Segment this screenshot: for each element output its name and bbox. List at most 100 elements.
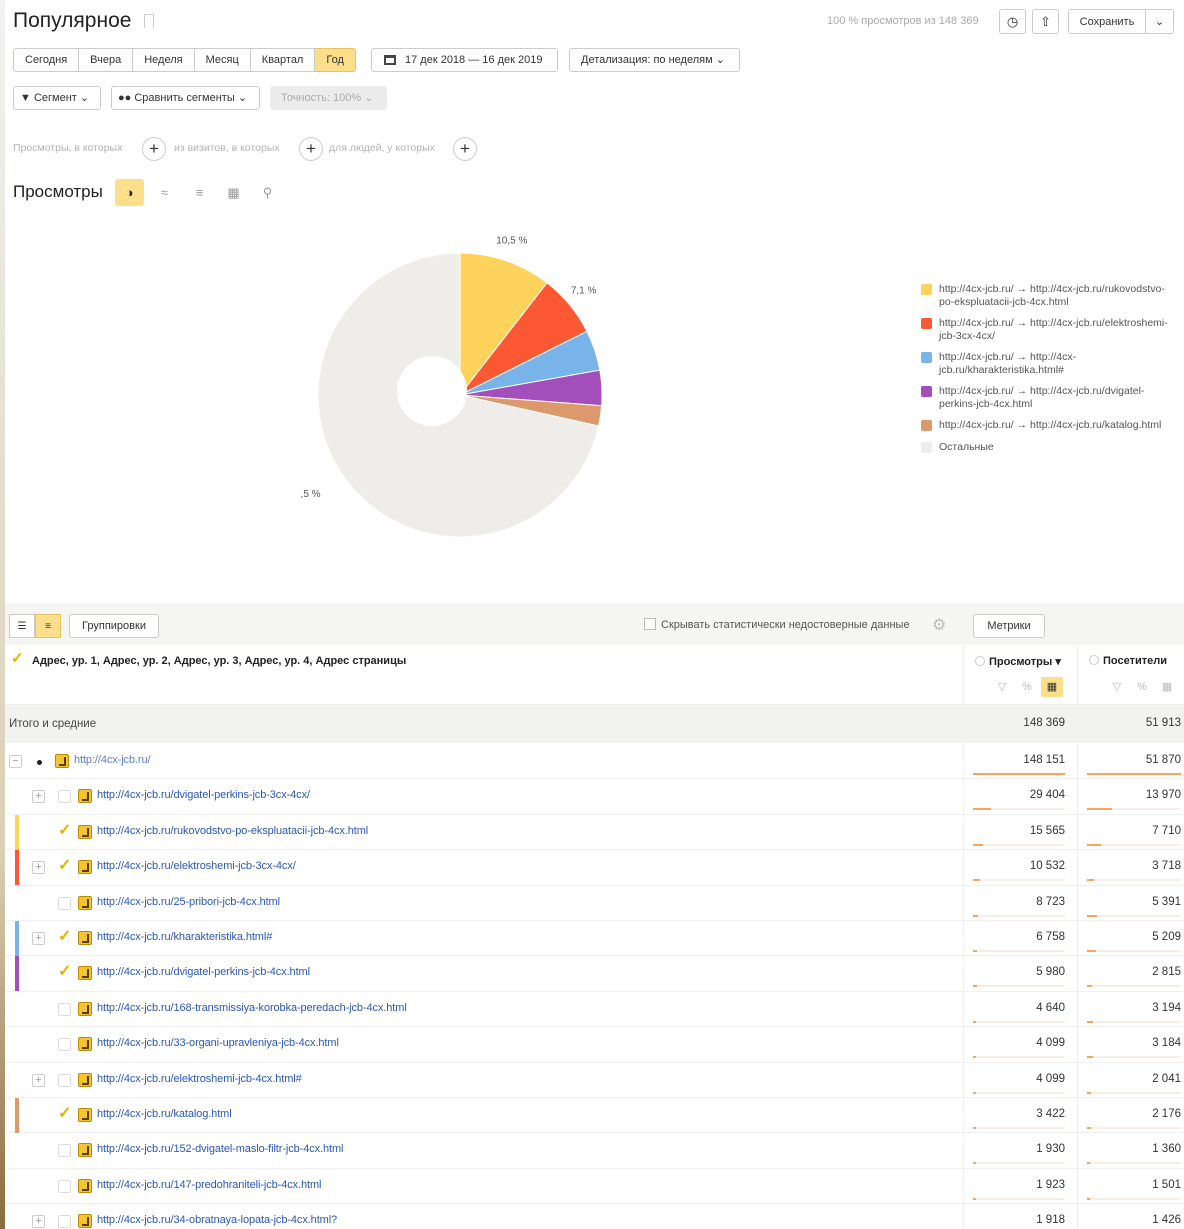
row-checkbox-checked[interactable]: ✓ [58, 926, 71, 946]
row-checkbox-checked[interactable]: ✓ [58, 820, 71, 840]
compare-segments-button[interactable]: ●● Сравнить сегменты ⌄ [111, 86, 260, 110]
table-row[interactable]: + http://4cx-jcb.ru/34-obratnaya-lopata-j… [5, 1204, 1184, 1229]
legend-item[interactable]: Остальные [921, 441, 1171, 454]
column-views[interactable]: Просмотры ▾ [975, 655, 1061, 668]
pie-chart-type-button[interactable]: ◑ [115, 179, 144, 206]
table-row[interactable]: http://4cx-jcb.ru/152-dvigatel-maslo-fil… [5, 1133, 1184, 1169]
bookmark-icon[interactable] [144, 14, 154, 28]
row-url-link[interactable]: http://4cx-jcb.ru/ [74, 754, 151, 766]
row-url-link[interactable]: http://4cx-jcb.ru/dvigatel-perkins-jcb-3… [97, 789, 310, 801]
add-people-filter-button[interactable]: + [453, 137, 477, 161]
row-checkbox[interactable] [58, 1215, 71, 1229]
row-url-link[interactable]: http://4cx-jcb.ru/elektroshemi-jcb-4cx.h… [97, 1073, 302, 1085]
expand-button[interactable]: + [32, 1215, 45, 1229]
row-checkbox-checked[interactable]: ✓ [58, 961, 71, 981]
metrika-link-icon[interactable] [78, 1143, 92, 1158]
accuracy-dropdown[interactable]: Точность: 100% ⌄ [270, 86, 387, 110]
bars-icon[interactable]: ▦ [1156, 677, 1178, 697]
row-url-link[interactable]: http://4cx-jcb.ru/elektroshemi-jcb-3cx-4… [97, 860, 296, 872]
expand-button[interactable]: + [32, 790, 45, 804]
table-row[interactable]: ✓ http://4cx-jcb.ru/katalog.html 3 422 2 17… [5, 1098, 1184, 1134]
add-visits-filter-button[interactable]: + [299, 137, 323, 161]
table-row[interactable]: ✓ http://4cx-jcb.ru/dvigatel-perkins-jcb-… [5, 956, 1184, 992]
percent-icon[interactable]: % [1016, 677, 1038, 697]
metrika-link-icon[interactable] [78, 824, 92, 839]
tab-quarter[interactable]: Квартал [250, 48, 316, 72]
collapse-button[interactable]: − [9, 755, 22, 768]
table-row[interactable]: + ✓ http://4cx-jcb.ru/kharakteristika.html… [5, 921, 1184, 957]
table-row[interactable]: ✓ http://4cx-jcb.ru/rukovodstvo-po-eksplu… [5, 814, 1184, 851]
row-url-link[interactable]: http://4cx-jcb.ru/168-transmissiya-korob… [97, 1002, 407, 1014]
metrika-link-icon[interactable] [78, 1072, 92, 1087]
row-url-link[interactable]: http://4cx-jcb.ru/dvigatel-perkins-jcb-4… [97, 966, 310, 978]
detail-dropdown[interactable]: Детализация: по неделям ⌄ [569, 48, 740, 72]
table-row[interactable]: http://4cx-jcb.ru/33-organi-upravleniya-… [5, 1027, 1184, 1063]
date-range-picker[interactable]: 17 дек 2018 — 16 дек 2019 [371, 48, 558, 72]
row-checkbox[interactable] [58, 1179, 71, 1193]
row-url-link[interactable]: http://4cx-jcb.ru/kharakteristika.html# [97, 931, 272, 943]
legend-item[interactable]: http://4cx-jcb.ru/ → http://4cx-jcb.ru/r… [921, 283, 1171, 308]
row-checkbox[interactable] [58, 790, 71, 804]
hide-unreliable-checkbox[interactable] [644, 618, 656, 630]
row-url-link[interactable]: http://4cx-jcb.ru/152-dvigatel-maslo-fil… [97, 1143, 343, 1155]
history-button[interactable]: ◷ [999, 9, 1026, 34]
row-checkbox[interactable] [58, 896, 71, 910]
table-row[interactable]: http://4cx-jcb.ru/147-predohraniteli-jcb… [5, 1169, 1184, 1205]
row-selector-dot[interactable] [37, 760, 42, 765]
table-row[interactable]: + http://4cx-jcb.ru/dvigatel-perkins-jcb-… [5, 779, 1184, 815]
tab-week[interactable]: Неделя [133, 48, 195, 72]
legend-item[interactable]: http://4cx-jcb.ru/ → http://4cx-jcb.ru/e… [921, 317, 1171, 342]
row-checkbox[interactable] [58, 1144, 71, 1158]
expand-button[interactable]: + [32, 1073, 45, 1087]
row-checkbox[interactable] [58, 1002, 71, 1016]
row-checkbox[interactable] [58, 1073, 71, 1087]
bars-icon[interactable]: ▦ [1041, 677, 1063, 697]
filter-icon[interactable]: ▽ [991, 677, 1013, 697]
row-url-link[interactable]: http://4cx-jcb.ru/rukovodstvo-po-eksplua… [97, 825, 368, 837]
bar-chart-type-button[interactable]: ▦ [219, 179, 248, 206]
tree-view-button[interactable]: ≡ [35, 614, 61, 638]
row-url-link[interactable]: http://4cx-jcb.ru/34-obratnaya-lopata-jc… [97, 1214, 337, 1226]
legend-item[interactable]: http://4cx-jcb.ru/ → http://4cx-jcb.ru/k… [921, 419, 1171, 432]
line-chart-type-button[interactable]: ≈ [150, 179, 179, 206]
table-row[interactable]: − http://4cx-jcb.ru/148 151 51 870 [5, 744, 1184, 780]
expand-button[interactable]: + [32, 861, 45, 875]
metrika-link-icon[interactable] [78, 1108, 92, 1122]
column-visitors[interactable]: Посетители [1089, 655, 1167, 667]
save-button[interactable]: Сохранить [1068, 9, 1146, 34]
table-row[interactable]: + http://4cx-jcb.ru/elektroshemi-jcb-4cx.… [5, 1063, 1184, 1098]
tab-today[interactable]: Сегодня [13, 48, 80, 72]
row-url-link[interactable]: http://4cx-jcb.ru/25-pribori-jcb-4cx.htm… [97, 896, 280, 908]
segment-button[interactable]: ▼ Сегмент ⌄ [13, 86, 101, 110]
percent-icon[interactable]: % [1131, 677, 1153, 697]
metrics-button[interactable]: Метрики [973, 614, 1045, 638]
add-views-filter-button[interactable]: + [142, 137, 166, 161]
metrika-link-icon[interactable] [78, 931, 92, 945]
hide-unreliable-toggle[interactable]: Скрывать статистически недостоверные дан… [644, 618, 910, 631]
tab-year[interactable]: Год [315, 48, 356, 72]
row-checkbox[interactable] [58, 1038, 71, 1052]
metrika-link-icon[interactable] [78, 1178, 92, 1193]
export-button[interactable]: ⇧ [1032, 9, 1059, 34]
legend-item[interactable]: http://4cx-jcb.ru/ → http://4cx-jcb.ru/d… [921, 385, 1171, 410]
table-row[interactable]: + ✓ http://4cx-jcb.ru/elektroshemi-jcb-3cx… [5, 850, 1184, 886]
tab-month[interactable]: Месяц [194, 48, 251, 72]
legend-item[interactable]: http://4cx-jcb.ru/ → http://4cx-jcb.ru/k… [921, 351, 1171, 376]
gear-icon[interactable]: ⚙ [932, 615, 946, 635]
table-row[interactable]: http://4cx-jcb.ru/168-transmissiya-korob… [5, 992, 1184, 1028]
groupings-button[interactable]: Группировки [69, 614, 159, 638]
row-checkbox-checked[interactable]: ✓ [58, 1103, 71, 1123]
metrika-link-icon[interactable] [78, 895, 92, 910]
metrika-link-icon[interactable] [78, 1001, 92, 1016]
flat-view-button[interactable]: ☰ [9, 614, 35, 638]
row-url-link[interactable]: http://4cx-jcb.ru/33-organi-upravleniya-… [97, 1037, 339, 1049]
metrika-link-icon[interactable] [78, 966, 92, 981]
tab-yesterday[interactable]: Вчера [79, 48, 134, 72]
table-row[interactable]: http://4cx-jcb.ru/25-pribori-jcb-4cx.htm… [5, 886, 1184, 921]
row-url-link[interactable]: http://4cx-jcb.ru/147-predohraniteli-jcb… [97, 1179, 321, 1191]
save-dropdown-button[interactable]: ⌄ [1146, 9, 1174, 34]
metrika-link-icon[interactable] [78, 860, 92, 875]
metrika-link-icon[interactable] [78, 1037, 92, 1052]
metrika-link-icon[interactable] [55, 754, 69, 768]
dimensions-label[interactable]: Адрес, ур. 1, Адрес, ур. 2, Адрес, ур. 3… [32, 655, 406, 667]
